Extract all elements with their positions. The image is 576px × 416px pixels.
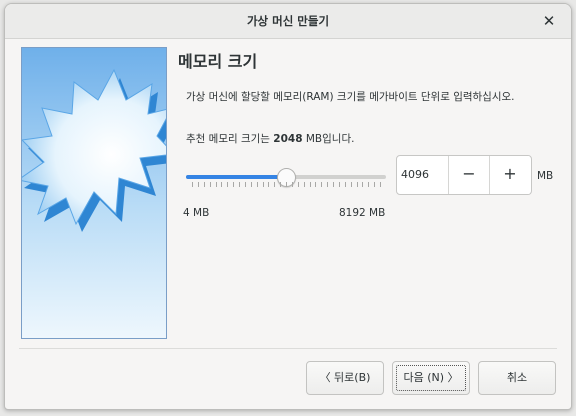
recommended-memory-text: 추천 메모리 크기는 2048 MB입니다. [186,131,354,146]
footer-divider [19,348,557,349]
close-icon[interactable]: ✕ [539,11,559,31]
description-text: 가상 머신에 할당할 메모리(RAM) 크기를 메가바이트 단위로 입력하십시오… [186,91,515,103]
slider-tick [257,182,258,187]
slider-tick [216,182,217,187]
slider-tick [221,182,222,187]
slider-tick [274,182,275,187]
slider-tick [251,182,252,187]
decrease-button[interactable]: − [448,156,489,194]
slider-fill [186,175,286,179]
star-burst-graphic [22,48,166,338]
slider-tick [263,182,264,187]
slider-tick [233,182,234,187]
slider-tick [227,182,228,187]
slider-tick [374,182,375,187]
wizard-side-image [21,47,167,339]
cancel-button[interactable]: 취소 [478,361,556,395]
slider-tick [286,182,287,187]
memory-spin-button[interactable]: 4096 − + [396,155,532,195]
page-title: 메모리 크기 [178,52,258,71]
memory-value-input[interactable]: 4096 [401,156,445,194]
slider-tick [198,182,199,187]
slider-tick [351,182,352,187]
recommend-suffix: MB입니다. [302,133,355,145]
memory-unit-label: MB [537,170,554,182]
slider-tick [245,182,246,187]
slider-tick [298,182,299,187]
slider-tick [321,182,322,187]
slider-tick [315,182,316,187]
slider-min-label: 4 MB [183,207,210,219]
slider-tick [280,182,281,187]
focus-ring [396,365,466,391]
slider-ticks [192,182,381,188]
slider-tick [333,182,334,187]
slider-tick [327,182,328,187]
slider-tick [380,182,381,187]
recommend-prefix: 추천 메모리 크기는 [186,133,274,145]
slider-tick [339,182,340,187]
slider-tick [345,182,346,187]
slider-tick [204,182,205,187]
increase-button[interactable]: + [489,156,530,194]
slider-tick [362,182,363,187]
slider-tick [310,182,311,187]
slider-tick [292,182,293,187]
back-button[interactable]: 〈 뒤로(B) [306,361,384,395]
recommend-value: 2048 [273,133,303,145]
wizard-dialog: 가상 머신 만들기 ✕ 메모리 크기 가상 머신에 할당할 메모리(RAM) 크… [4,3,572,410]
slider-tick [357,182,358,187]
slider-tick [210,182,211,187]
slider-tick [304,182,305,187]
slider-tick [268,182,269,187]
slider-tick [239,182,240,187]
slider-tick [192,182,193,187]
next-button[interactable]: 다음 (N) 〉 [392,361,470,395]
title-bar: 가상 머신 만들기 ✕ [5,4,571,39]
window-title: 가상 머신 만들기 [246,14,330,28]
slider-tick [368,182,369,187]
slider-max-label: 8192 MB [339,207,386,219]
